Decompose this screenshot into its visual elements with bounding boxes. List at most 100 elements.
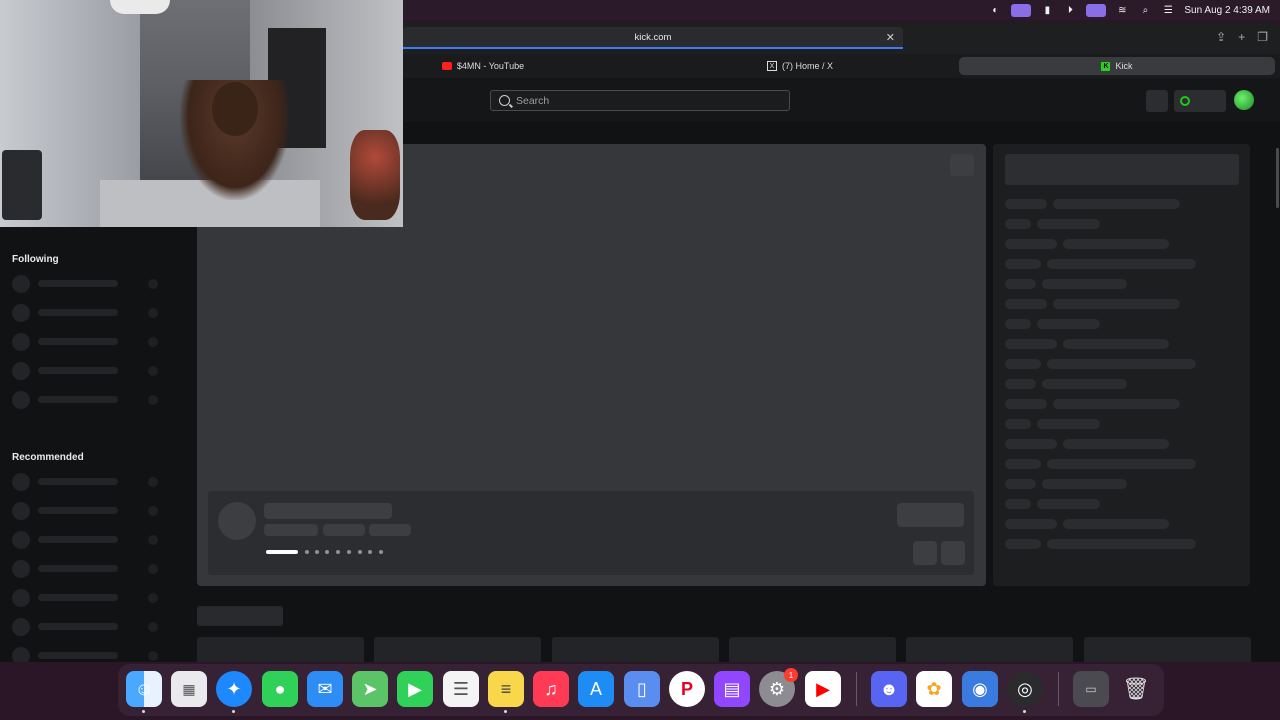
skeleton-bar: [1005, 379, 1036, 389]
list-item[interactable]: [12, 588, 177, 607]
avatar: [12, 473, 30, 491]
stream-card-placeholder[interactable]: [729, 637, 896, 662]
spotlight-icon[interactable]: ⌕: [1138, 4, 1152, 16]
list-item[interactable]: [12, 530, 177, 549]
search-icon: [499, 95, 510, 106]
notes-icon[interactable]: ≡: [488, 671, 524, 707]
list-item[interactable]: [12, 390, 177, 409]
webcam-fan: [2, 150, 42, 220]
app-store-icon[interactable]: A: [578, 671, 614, 707]
tab-label: $4MN - YouTube: [456, 61, 525, 71]
stream-card-placeholder[interactable]: [906, 637, 1073, 662]
tab-kick[interactable]: K Kick: [959, 57, 1275, 75]
skeleton-bar: [1047, 459, 1196, 469]
player-control-placeholder[interactable]: [950, 154, 974, 176]
carousel-dot[interactable]: [336, 550, 340, 554]
menu-clock[interactable]: Sun Aug 2 4:39 AM: [1184, 5, 1270, 16]
settings-icon[interactable]: ☰: [1161, 4, 1175, 16]
control-center-icon[interactable]: [1086, 3, 1107, 17]
list-item[interactable]: [12, 646, 177, 662]
tab-x[interactable]: X (7) Home / X: [720, 57, 880, 75]
mail-icon[interactable]: ✉: [307, 671, 343, 707]
skeleton-bar: [1047, 259, 1196, 269]
twitch-icon[interactable]: ▤: [714, 671, 750, 707]
skeleton-bar: [38, 338, 118, 345]
carousel-dot[interactable]: [379, 550, 383, 554]
carousel-dot[interactable]: [358, 550, 362, 554]
skeleton-dot: [148, 506, 158, 516]
running-indicator: [232, 710, 235, 713]
stream-card-placeholder[interactable]: [1084, 637, 1251, 662]
list-item[interactable]: [12, 332, 177, 351]
vpn-icon[interactable]: ◉: [962, 671, 998, 707]
stream-card-placeholder[interactable]: [197, 637, 364, 662]
header-button-placeholder[interactable]: [1146, 90, 1168, 112]
maps-icon[interactable]: ➤: [352, 671, 388, 707]
stream-card-placeholder[interactable]: [552, 637, 719, 662]
play-icon[interactable]: ⏵: [1063, 4, 1077, 16]
share-icon[interactable]: ⇪: [1216, 30, 1226, 44]
carousel-prev-button[interactable]: [913, 541, 937, 565]
copilot-icon[interactable]: ◐: [988, 4, 1002, 16]
list-item[interactable]: [12, 472, 177, 491]
tab-youtube[interactable]: $4MN - YouTube: [403, 57, 563, 75]
search-input[interactable]: Search: [490, 90, 790, 111]
skeleton-bar: [1005, 199, 1047, 209]
list-item[interactable]: [12, 303, 177, 322]
webcam-ceiling-light: [110, 0, 170, 14]
launchpad-icon[interactable]: ▦: [171, 671, 207, 707]
skeleton-bar: [1005, 419, 1031, 429]
messages-icon[interactable]: ●: [262, 671, 298, 707]
youtube-icon[interactable]: ▶: [805, 671, 841, 707]
skeleton-bar: [1005, 299, 1047, 309]
list-item[interactable]: [12, 559, 177, 578]
avatar[interactable]: [1234, 90, 1254, 110]
safari-icon[interactable]: ✦: [216, 671, 252, 707]
new-tab-icon[interactable]: +: [1238, 30, 1245, 44]
carousel-dot[interactable]: [347, 550, 351, 554]
page-scrollbar[interactable]: [1276, 148, 1279, 208]
wifi-icon[interactable]: ≋: [1115, 4, 1129, 16]
list-item[interactable]: [12, 361, 177, 380]
downloads-stack-icon[interactable]: ▭: [1073, 671, 1109, 707]
skeleton-bar: [1053, 199, 1180, 209]
reminders-icon[interactable]: ☰: [443, 671, 479, 707]
avatar[interactable]: [218, 502, 256, 540]
avatar: [12, 560, 30, 578]
carousel-dot[interactable]: [305, 550, 309, 554]
trash-icon[interactable]: 🗑: [1118, 671, 1154, 707]
pinterest-icon[interactable]: P: [669, 671, 705, 707]
obs-icon[interactable]: ◎: [1007, 671, 1043, 707]
skeleton-bar: [1063, 439, 1169, 449]
music-icon[interactable]: ♫: [533, 671, 569, 707]
carousel-dot[interactable]: [325, 550, 329, 554]
address-bar[interactable]: kick.com ✕: [403, 27, 903, 49]
photos-icon[interactable]: ✿: [916, 671, 952, 707]
list-item[interactable]: [12, 617, 177, 636]
skeleton-bar: [1042, 379, 1127, 389]
list-item[interactable]: [12, 501, 177, 520]
facetime-icon[interactable]: ▶: [397, 671, 433, 707]
iphone-mirroring-icon[interactable]: ▯: [624, 671, 660, 707]
skeleton-bar: [38, 536, 118, 543]
carousel-dot[interactable]: [368, 550, 372, 554]
stream-card-placeholder[interactable]: [374, 637, 541, 662]
finder-icon[interactable]: ☺: [126, 671, 162, 707]
tab-overview-icon[interactable]: ❐: [1257, 30, 1268, 44]
skeleton-dot: [148, 535, 158, 545]
list-item[interactable]: [12, 274, 177, 293]
skeleton-bar: [1053, 399, 1180, 409]
carousel-next-button[interactable]: [941, 541, 965, 565]
carousel-dot[interactable]: [315, 550, 319, 554]
discord-icon[interactable]: ☻: [871, 671, 907, 707]
skeleton-bar: [1005, 499, 1031, 509]
screen-record-icon[interactable]: [1011, 3, 1032, 17]
skeleton-bar: [1037, 419, 1100, 429]
battery-icon[interactable]: ▮: [1040, 4, 1054, 16]
skeleton-bar: [1063, 519, 1169, 529]
carousel-dot-active[interactable]: [266, 550, 298, 554]
skeleton-dot: [148, 564, 158, 574]
follow-button-placeholder[interactable]: [897, 503, 964, 527]
close-icon[interactable]: ✕: [886, 31, 895, 44]
skeleton-bar: [1063, 339, 1169, 349]
